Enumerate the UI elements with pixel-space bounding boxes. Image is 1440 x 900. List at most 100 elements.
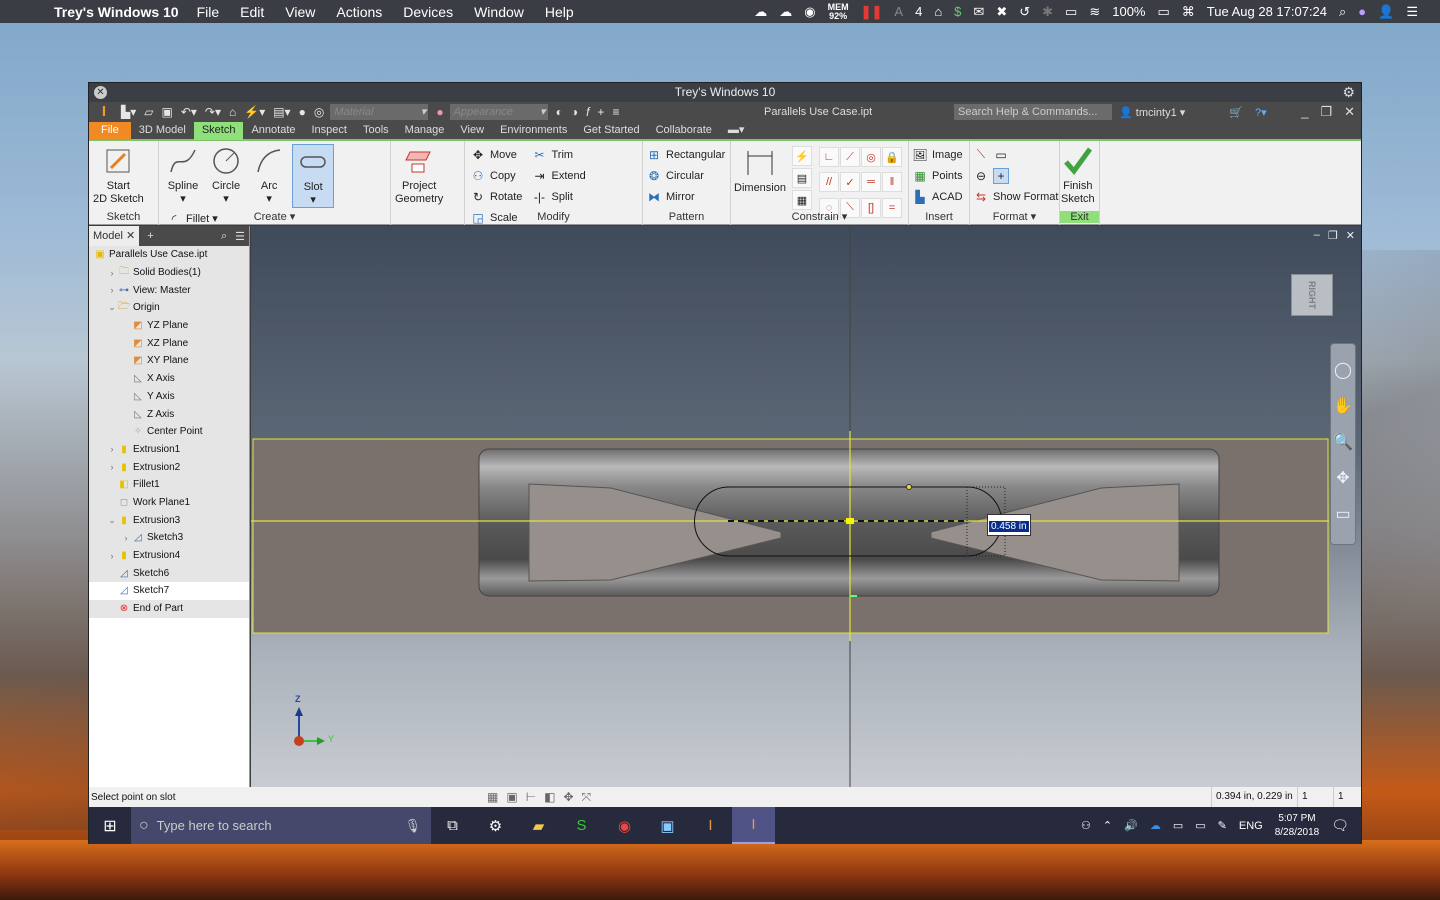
- cloud-upload-icon[interactable]: ☁: [754, 4, 767, 20]
- tree-node[interactable]: ◩ XZ Plane: [89, 334, 249, 352]
- tab-get-started[interactable]: Get Started: [575, 121, 647, 140]
- tab-model[interactable]: Model ✕: [89, 226, 140, 246]
- project-geometry-button[interactable]: Project Geometry: [391, 144, 447, 208]
- tree-node[interactable]: ◧ Fillet1: [89, 476, 249, 494]
- home-icon[interactable]: ⌂: [229, 105, 236, 119]
- parallels-icon[interactable]: ❚❚: [861, 4, 883, 20]
- bluetooth-icon[interactable]: ✱: [1042, 4, 1053, 20]
- help-search-input[interactable]: Search Help & Commands...: [954, 104, 1112, 120]
- acad-button[interactable]: ▙ ACAD: [912, 188, 963, 205]
- update-icon[interactable]: ⚡▾: [244, 105, 265, 119]
- minimize-icon[interactable]: _: [1301, 104, 1308, 120]
- steering-wheel-icon[interactable]: ◯: [1334, 360, 1352, 380]
- start-2d-sketch-button[interactable]: Start 2D Sketch: [89, 144, 148, 208]
- add-tab-icon[interactable]: +: [147, 230, 153, 242]
- menu-view[interactable]: View: [285, 4, 315, 20]
- viewport-close-icon[interactable]: ✕: [1346, 229, 1355, 242]
- centerline-icon[interactable]: ⊖: [973, 168, 989, 184]
- people-icon[interactable]: ⚇: [1081, 819, 1091, 832]
- circle-button[interactable]: Circle ▾: [206, 144, 246, 208]
- perpendicular-icon[interactable]: ∟: [819, 147, 839, 167]
- menu-devices[interactable]: Devices: [403, 4, 453, 20]
- show-hidden-icons-icon[interactable]: ⌃: [1103, 819, 1112, 832]
- save-icon[interactable]: ▣: [162, 105, 173, 119]
- menu-help[interactable]: Help: [545, 4, 574, 20]
- action-center-icon[interactable]: 🗨: [1331, 817, 1349, 834]
- gear-icon[interactable]: ⚙: [1342, 83, 1355, 102]
- orbit-icon[interactable]: ✥: [1336, 468, 1349, 488]
- menu-actions[interactable]: Actions: [336, 4, 382, 20]
- menu-icon[interactable]: ☰: [235, 230, 245, 243]
- dimension-button[interactable]: Dimension: [731, 144, 789, 208]
- keyboard-icon[interactable]: ⌘: [1182, 4, 1195, 20]
- show-format-button[interactable]: ⇆ Show Format: [973, 188, 1058, 205]
- tree-node[interactable]: ⌄ ▮ Extrusion3: [89, 511, 249, 529]
- tab-3d-model[interactable]: 3D Model: [131, 121, 194, 140]
- memory-indicator[interactable]: MEM 92%: [828, 2, 849, 21]
- taskbar-search[interactable]: ○ Type here to search 🎙: [131, 807, 431, 844]
- new-file-icon[interactable]: ▙▾: [121, 105, 136, 119]
- chrome-icon[interactable]: ◉: [603, 807, 646, 844]
- move-button[interactable]: ✥ Move: [470, 146, 522, 163]
- tab-sketch[interactable]: Sketch: [193, 121, 244, 140]
- material-icon[interactable]: ◎: [314, 105, 324, 119]
- slice-graphics-icon[interactable]: ◧: [544, 790, 555, 805]
- tangent-icon[interactable]: ⟋: [840, 147, 860, 167]
- time-machine-icon[interactable]: ↺: [1019, 4, 1030, 20]
- tree-node[interactable]: ◿ Sketch7: [89, 582, 249, 600]
- coincident-icon[interactable]: ✓: [840, 172, 860, 193]
- arc-button[interactable]: Arc ▾: [249, 144, 289, 208]
- extend-button[interactable]: ⇥ Extend: [531, 167, 585, 184]
- close-window-icon[interactable]: ✕: [1344, 104, 1355, 120]
- tree-node[interactable]: › ▮ Extrusion2: [89, 458, 249, 476]
- user-icon[interactable]: 👤: [1378, 4, 1394, 20]
- concentric-icon[interactable]: ◎: [861, 147, 881, 167]
- user-account[interactable]: 👤 tmcinty1 ▾: [1119, 106, 1185, 119]
- dof-icon[interactable]: ⤧: [582, 790, 592, 805]
- constraint-settings-icon[interactable]: ▤: [792, 168, 812, 188]
- tree-node[interactable]: › ▮ Extrusion4: [89, 547, 249, 565]
- menu-window[interactable]: Window: [474, 4, 524, 20]
- center-point-icon[interactable]: +: [993, 167, 1009, 184]
- tab-environments[interactable]: Environments: [492, 121, 575, 140]
- expand-chevron-icon[interactable]: ›: [107, 268, 117, 278]
- toolbox-icon[interactable]: ✉: [973, 4, 984, 20]
- pen-icon[interactable]: ✎: [1218, 819, 1227, 832]
- expand-chevron-icon[interactable]: ›: [107, 462, 117, 472]
- adobe-icon[interactable]: A: [894, 4, 903, 19]
- auto-dimension-icon[interactable]: ⚡: [792, 146, 812, 166]
- expand-chevron-icon[interactable]: ›: [107, 444, 117, 454]
- viewport-minimize-icon[interactable]: –: [1314, 229, 1320, 242]
- tab-tools[interactable]: Tools: [355, 121, 397, 140]
- task-view-icon[interactable]: ⧉: [431, 807, 474, 844]
- notification-center-icon[interactable]: ☰: [1406, 4, 1418, 20]
- slot-button[interactable]: Slot ▾: [292, 144, 335, 208]
- viewcube[interactable]: RIGHT: [1291, 274, 1333, 316]
- expand-chevron-icon[interactable]: ⌄: [107, 515, 117, 526]
- rectangular-pattern-button[interactable]: ⊞ Rectangular: [646, 146, 725, 163]
- fix-lock-icon[interactable]: 🔒: [882, 147, 902, 167]
- customize-icon[interactable]: ≡: [612, 105, 619, 119]
- siri-icon[interactable]: ●: [1358, 4, 1366, 19]
- adjust-icon[interactable]: ◐: [556, 105, 563, 119]
- tab-annotate[interactable]: Annotate: [243, 121, 303, 140]
- battery-tray-icon[interactable]: ▭: [1173, 819, 1183, 832]
- fx-icon[interactable]: f: [586, 105, 589, 119]
- tree-node[interactable]: ▣ Parallels Use Case.ipt: [89, 246, 249, 264]
- grid-snap-icon[interactable]: ▦: [487, 790, 498, 805]
- tab-inspect[interactable]: Inspect: [304, 121, 355, 140]
- horizontal-icon[interactable]: ═: [861, 172, 881, 193]
- panel-label-format[interactable]: Format ▾: [970, 210, 1059, 223]
- battery-icon[interactable]: ▭: [1157, 4, 1169, 20]
- tree-node[interactable]: ◺ X Axis: [89, 370, 249, 388]
- menubar-clock[interactable]: Tue Aug 28 17:07:24: [1207, 4, 1327, 19]
- onedrive-icon[interactable]: ☁: [1150, 819, 1161, 832]
- network-icon[interactable]: ▭: [1195, 819, 1205, 832]
- inventor-taskbar-icon[interactable]: I: [689, 807, 732, 844]
- tree-node[interactable]: ◿ Sketch6: [89, 564, 249, 582]
- points-button[interactable]: ▦ Points: [912, 167, 962, 184]
- driven-dimension-icon[interactable]: ▭: [993, 147, 1009, 163]
- microphone-icon[interactable]: 🎙: [404, 818, 421, 834]
- tree-node[interactable]: ◩ XY Plane: [89, 352, 249, 370]
- search-icon[interactable]: ⌕: [221, 230, 227, 243]
